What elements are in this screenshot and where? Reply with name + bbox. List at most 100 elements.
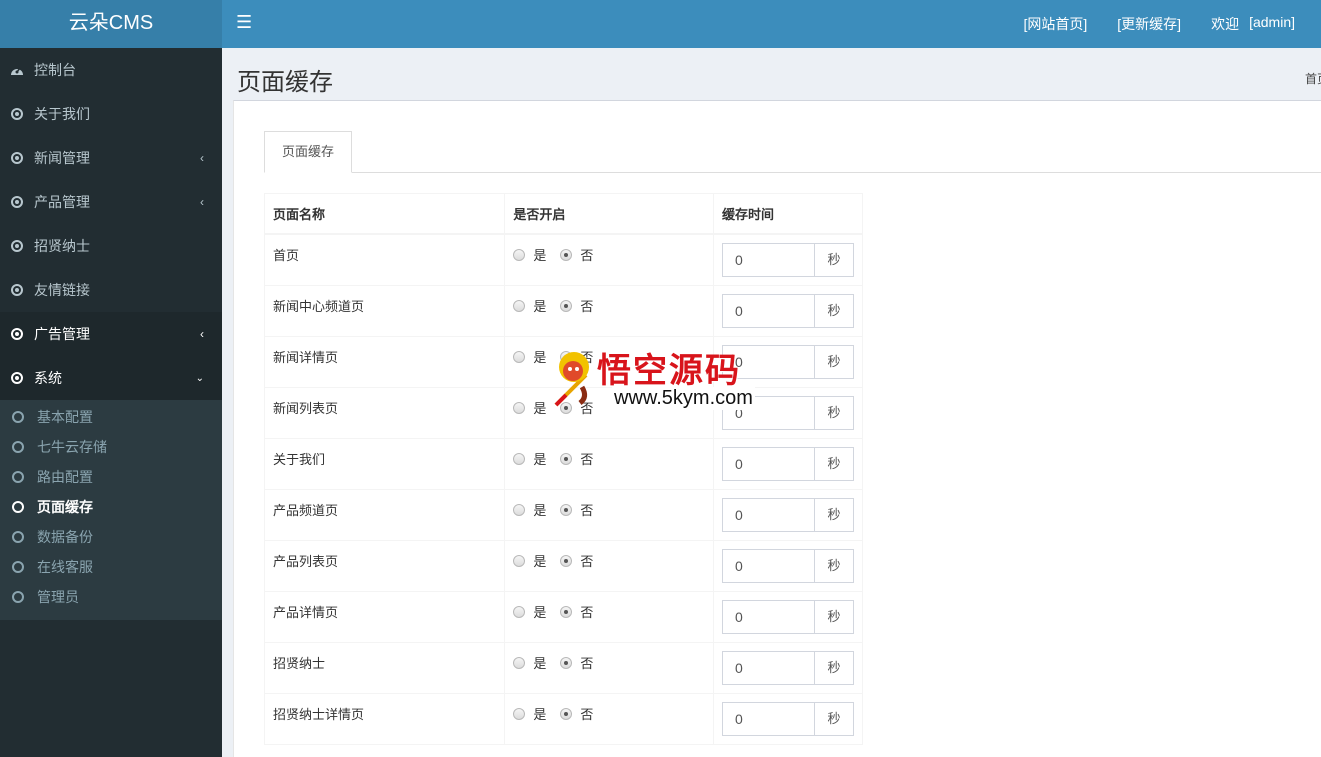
radio-yes-label[interactable]: 是 <box>533 449 546 468</box>
submenu-item-qiniu-storage[interactable]: 七牛云存储 <box>0 432 222 462</box>
cache-time-input-group: 0 秒 <box>722 549 854 583</box>
user-name-link[interactable]: [admin] <box>1249 14 1295 34</box>
cache-seconds-input[interactable]: 0 <box>722 294 815 328</box>
radio-no[interactable] <box>560 656 573 669</box>
enabled-cell: 是 否 <box>504 489 714 541</box>
cache-time-cell: 0 秒 <box>713 642 863 694</box>
radio-no[interactable] <box>560 299 573 312</box>
enabled-radio-group: 是 否 <box>513 500 705 519</box>
radio-no[interactable] <box>560 452 573 465</box>
radio-yes-label[interactable]: 是 <box>533 398 546 417</box>
radio-yes-label[interactable]: 是 <box>533 347 546 366</box>
cache-time-input-group: 0 秒 <box>722 702 854 736</box>
radio-no-label[interactable]: 否 <box>580 347 593 366</box>
chevron-down-icon: ⌄ <box>195 372 204 384</box>
cache-seconds-input[interactable]: 0 <box>722 396 815 430</box>
radio-yes[interactable] <box>513 605 526 618</box>
radio-yes-label[interactable]: 是 <box>533 500 546 519</box>
sidebar-item-about[interactable]: 关于我们 <box>0 92 222 136</box>
submenu-item-admins[interactable]: 管理员 <box>0 582 222 612</box>
radio-no-label[interactable]: 否 <box>580 704 593 723</box>
radio-yes[interactable] <box>513 248 526 261</box>
dot-circle-icon <box>11 240 23 252</box>
radio-no-label[interactable]: 否 <box>580 449 593 468</box>
breadcrumb-home[interactable]: 首页 <box>1305 70 1321 87</box>
radio-yes-label[interactable]: 是 <box>533 296 546 315</box>
radio-no-label[interactable]: 否 <box>580 296 593 315</box>
cache-time-cell: 0 秒 <box>713 336 863 388</box>
radio-yes-label[interactable]: 是 <box>533 653 546 672</box>
radio-no-label[interactable]: 否 <box>580 245 593 264</box>
radio-yes-label[interactable]: 是 <box>533 704 546 723</box>
submenu-item-page-cache[interactable]: 页面缓存 <box>0 492 222 522</box>
sidebar-item-products[interactable]: 产品管理 ‹ <box>0 180 222 224</box>
radio-no[interactable] <box>560 605 573 618</box>
radio-no[interactable] <box>560 554 573 567</box>
sidebar-item-system[interactable]: 系统 ⌄ <box>0 356 222 400</box>
submenu-item-route-config[interactable]: 路由配置 <box>0 462 222 492</box>
enabled-cell: 是 否 <box>504 642 714 694</box>
site-home-link[interactable]: [网站首页] <box>1024 14 1088 34</box>
cache-seconds-input[interactable]: 0 <box>722 702 815 736</box>
sidebar-item-news[interactable]: 新闻管理 ‹ <box>0 136 222 180</box>
radio-yes[interactable] <box>513 554 526 567</box>
sidebar-item-jobs[interactable]: 招贤纳士 <box>0 224 222 268</box>
submenu-item-basic-config[interactable]: 基本配置 <box>0 402 222 432</box>
cache-time-cell: 0 秒 <box>713 693 863 745</box>
radio-no-label[interactable]: 否 <box>580 398 593 417</box>
app-logo[interactable]: 云朵CMS <box>0 0 222 48</box>
tab-bar: 页面缓存 <box>264 131 1321 173</box>
cache-seconds-input[interactable]: 0 <box>722 600 815 634</box>
radio-yes[interactable] <box>513 299 526 312</box>
radio-yes-label[interactable]: 是 <box>533 602 546 621</box>
table-row: 产品频道页 是 否 0 秒 <box>263 489 863 541</box>
radio-yes[interactable] <box>513 503 526 516</box>
radio-no[interactable] <box>560 401 573 414</box>
radio-yes[interactable] <box>513 452 526 465</box>
cache-time-input-group: 0 秒 <box>722 498 854 532</box>
sidebar-item-label: 招贤纳士 <box>34 238 90 254</box>
cache-seconds-input[interactable]: 0 <box>722 243 815 277</box>
radio-yes-label[interactable]: 是 <box>533 245 546 264</box>
radio-yes[interactable] <box>513 656 526 669</box>
refresh-cache-link[interactable]: [更新缓存] <box>1117 14 1181 34</box>
radio-no-label[interactable]: 否 <box>580 602 593 621</box>
radio-yes[interactable] <box>513 707 526 720</box>
sidebar-item-links[interactable]: 友情链接 <box>0 268 222 312</box>
cache-seconds-input[interactable]: 0 <box>722 651 815 685</box>
submenu-item-data-backup[interactable]: 数据备份 <box>0 522 222 552</box>
radio-no-label[interactable]: 否 <box>580 653 593 672</box>
cache-time-input-group: 0 秒 <box>722 243 854 277</box>
submenu-item-online-service[interactable]: 在线客服 <box>0 552 222 582</box>
cache-seconds-input[interactable]: 0 <box>722 447 815 481</box>
cache-seconds-input[interactable]: 0 <box>722 498 815 532</box>
sidebar-item-label: 系统 <box>34 370 62 386</box>
sidebar-item-dashboard[interactable]: 控制台 <box>0 48 222 92</box>
radio-yes[interactable] <box>513 350 526 363</box>
tab-page-cache[interactable]: 页面缓存 <box>264 131 352 173</box>
radio-no[interactable] <box>560 707 573 720</box>
enabled-radio-group: 是 否 <box>513 602 705 621</box>
enabled-cell: 是 否 <box>504 438 714 490</box>
radio-no[interactable] <box>560 248 573 261</box>
submenu-item-label: 数据备份 <box>37 529 93 545</box>
sidebar: 控制台 关于我们 新闻管理 ‹ 产品管理 ‹ 招贤纳士 友情链接 广告管理 ‹ … <box>0 48 222 757</box>
radio-no[interactable] <box>560 350 573 363</box>
enabled-cell: 是 否 <box>504 693 714 745</box>
radio-no-label[interactable]: 否 <box>580 500 593 519</box>
enabled-radio-group: 是 否 <box>513 653 705 672</box>
radio-yes[interactable] <box>513 401 526 414</box>
circle-icon <box>12 411 24 423</box>
hamburger-icon[interactable]: ☰ <box>236 12 252 33</box>
cache-seconds-input[interactable]: 0 <box>722 549 815 583</box>
sidebar-item-label: 控制台 <box>34 62 76 78</box>
radio-yes-label[interactable]: 是 <box>533 551 546 570</box>
dashboard-icon <box>10 63 24 77</box>
sidebar-item-ads[interactable]: 广告管理 ‹ <box>0 312 222 356</box>
circle-icon <box>12 561 24 573</box>
radio-no[interactable] <box>560 503 573 516</box>
welcome-label: 欢迎 <box>1211 16 1240 32</box>
cache-seconds-input[interactable]: 0 <box>722 345 815 379</box>
radio-no-label[interactable]: 否 <box>580 551 593 570</box>
enabled-radio-group: 是 否 <box>513 398 705 417</box>
